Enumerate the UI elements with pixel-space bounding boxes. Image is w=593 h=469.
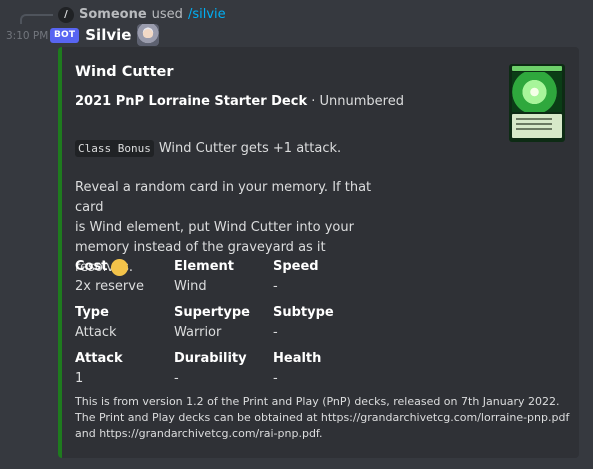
reply-spine	[20, 14, 53, 24]
class-bonus-line: Class Bonus Wind Cutter gets +1 attack.	[75, 140, 341, 157]
field-supertype: Supertype Warrior	[174, 303, 269, 343]
field-durability: Durability -	[174, 349, 269, 389]
class-bonus-text: Wind Cutter gets +1 attack.	[158, 141, 342, 156]
card-thumbnail[interactable]	[509, 64, 565, 142]
field-type: Type Attack	[75, 303, 170, 343]
message-header: BOT Silvie	[50, 24, 160, 46]
field-value: -	[273, 371, 278, 386]
card-art-icon	[512, 72, 562, 112]
field-value: -	[174, 371, 179, 386]
slash-command-icon: /	[58, 7, 74, 23]
thumbnail-text-box	[512, 114, 562, 138]
field-element: Element Wind	[174, 257, 269, 297]
footer-links-line: The Print and Play decks can be obtained…	[75, 411, 570, 440]
embed-set-line: 2021 PnP Lorraine Starter Deck · Unnumbe…	[75, 94, 404, 109]
reply-used-text: used	[151, 7, 183, 22]
field-name: Supertype	[174, 305, 250, 320]
field-value: Wind	[174, 279, 207, 294]
field-name: Cost	[75, 259, 108, 274]
field-name: Attack	[75, 351, 123, 366]
field-subtype: Subtype -	[273, 303, 368, 343]
field-name: Subtype	[273, 305, 334, 320]
thumbnail-title-bar	[512, 66, 562, 71]
field-value: Warrior	[174, 325, 222, 340]
field-health: Health -	[273, 349, 368, 389]
field-value: -	[273, 279, 278, 294]
embed-footer: This is from version 1.2 of the Print an…	[75, 394, 575, 442]
set-suffix: · Unnumbered	[307, 94, 404, 109]
field-value: 1	[75, 371, 84, 386]
field-value: Attack	[75, 325, 117, 340]
card-embed: Wind Cutter 2021 PnP Lorraine Starter De…	[58, 47, 579, 458]
field-cost: Cost 2x reserve	[75, 257, 170, 297]
reply-command[interactable]: /silvie	[188, 6, 226, 24]
field-value: 2x reserve	[75, 279, 144, 294]
discord-message-view: / Someone used /silvie 3:10 PM BOT Silvi…	[0, 0, 593, 469]
class-bonus-tag: Class Bonus	[75, 140, 154, 157]
author-name[interactable]: Silvie	[85, 26, 131, 44]
reserve-coin-icon	[111, 258, 129, 276]
field-attack: Attack 1	[75, 349, 170, 389]
reply-context[interactable]: / Someone used /silvie	[58, 6, 226, 24]
message-timestamp[interactable]: 3:10 PM	[6, 28, 48, 44]
field-name: Health	[273, 351, 322, 366]
field-speed: Speed -	[273, 257, 368, 297]
field-value: -	[273, 325, 278, 340]
field-name: Element	[174, 259, 234, 274]
field-name: Durability	[174, 351, 247, 366]
field-name: Type	[75, 305, 109, 320]
set-name: 2021 PnP Lorraine Starter Deck	[75, 94, 308, 109]
bot-badge: BOT	[50, 27, 80, 43]
field-name: Speed	[273, 259, 319, 274]
embed-title: Wind Cutter	[75, 64, 174, 80]
author-avatar-icon[interactable]	[137, 24, 160, 46]
footer-version-line: This is from version 1.2 of the Print an…	[75, 395, 560, 408]
reply-username[interactable]: Someone	[79, 6, 147, 24]
